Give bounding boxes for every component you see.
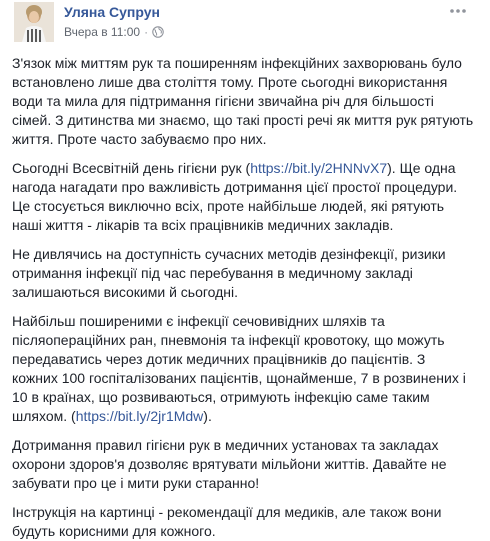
bitly-link[interactable]: https://bit.ly/2HNNvX7 [250,160,387,176]
author-name-link[interactable]: Уляна Супрун [64,4,160,20]
paragraph-text: Сьогодні Всесвітній день гігієни рук ( [12,160,251,176]
post-paragraph: Інструкція на картинці - рекомендації дл… [12,504,442,539]
facebook-post: Уляна Супрун Вчера в 11:00 · З'язок між … [0,0,490,539]
avatar-image [14,2,54,42]
post-paragraph: Дотримання правил гігієни рук в медичних… [12,437,447,491]
more-options-icon[interactable] [448,4,468,18]
bitly-link[interactable]: https://bit.ly/2jr1Mdw [76,408,204,424]
post-timestamp[interactable]: Вчера в 11:00 [64,25,140,39]
post-paragraph: З'язок між миттям рук та поширенням інфе… [12,55,474,147]
meta-separator: · [144,25,149,39]
author-avatar[interactable] [14,2,54,42]
post-body: З'язок між миттям рук та поширенням інфе… [12,54,474,541]
post-paragraph: Не дивлячись на доступність сучасних мет… [12,246,446,300]
post-paragraph: Найбільш поширеними є інфекції сечовивід… [12,312,474,426]
post-meta: Вчера в 11:00 · [64,25,164,39]
globe-icon [152,26,164,38]
post-paragraph: Сьогодні Всесвітній день гігієни рук (ht… [12,159,474,235]
paragraph-text: ). [203,408,212,424]
post-header: Уляна Супрун Вчера в 11:00 · [12,0,474,54]
